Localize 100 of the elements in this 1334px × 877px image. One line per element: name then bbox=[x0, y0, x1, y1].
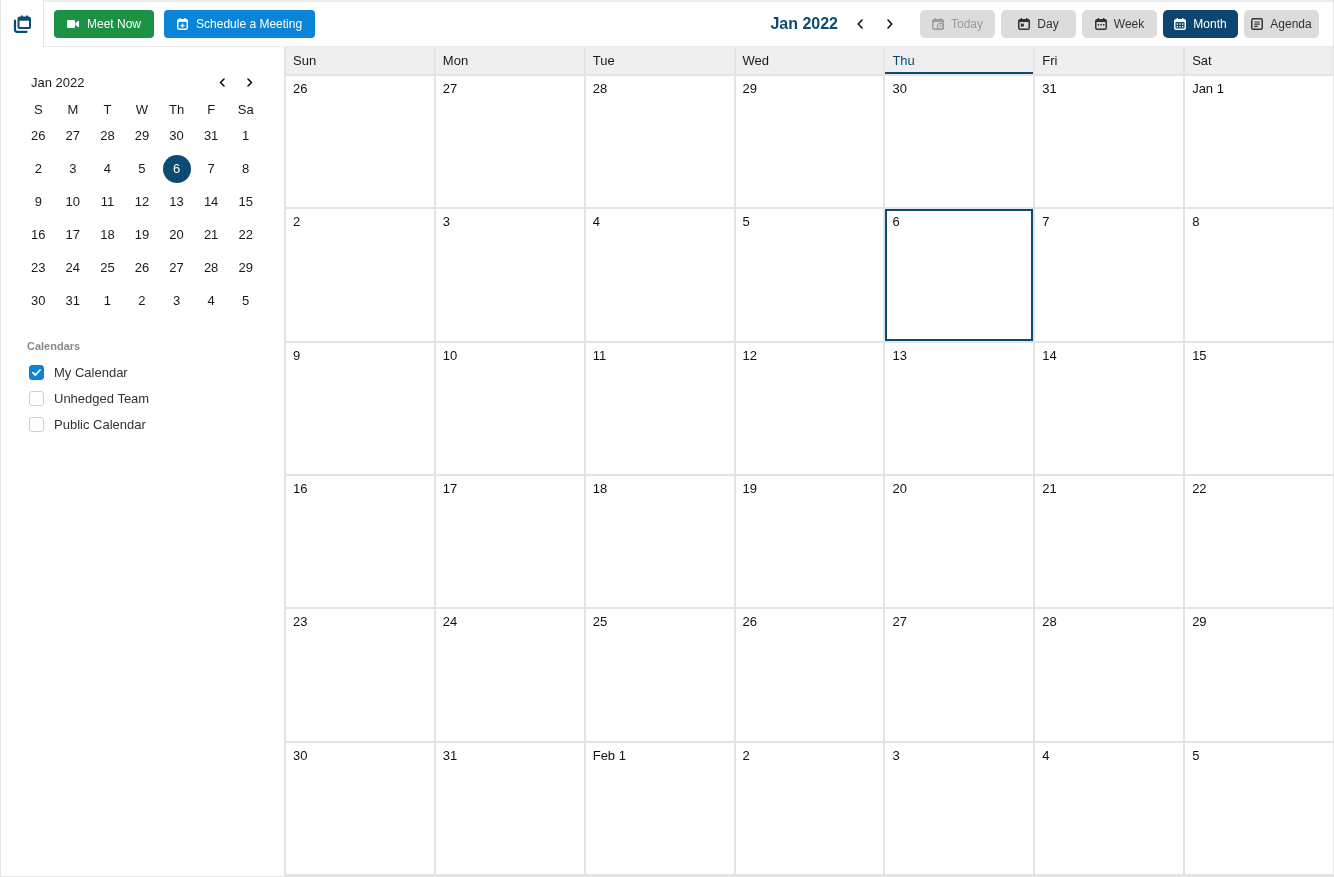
day-cell[interactable]: 6 bbox=[885, 209, 1034, 341]
day-cell[interactable]: 28 bbox=[585, 76, 734, 208]
day-cell[interactable]: 17 bbox=[435, 476, 584, 608]
weekday-label: M bbox=[67, 101, 79, 117]
calendar-day[interactable]: 15 bbox=[231, 187, 260, 216]
calendar-day[interactable]: 3 bbox=[58, 154, 87, 183]
schedule-meeting-button[interactable]: Schedule a Meeting bbox=[164, 10, 316, 38]
day-cell[interactable]: 29 bbox=[735, 76, 884, 208]
calendar-day[interactable]: 4 bbox=[93, 154, 122, 183]
calendar-day[interactable]: 1 bbox=[231, 121, 260, 150]
calendar-day[interactable]: 30 bbox=[162, 121, 191, 150]
calendar-day[interactable]: 19 bbox=[128, 220, 156, 249]
day-cell[interactable]: 23 bbox=[286, 609, 434, 741]
calendar-day[interactable]: 30 bbox=[24, 286, 53, 315]
day-cell[interactable]: 30 bbox=[885, 76, 1034, 208]
calendar-day[interactable]: 7 bbox=[197, 154, 226, 183]
view-button[interactable]: Agenda bbox=[1244, 10, 1319, 38]
day-cell[interactable]: 20 bbox=[885, 476, 1034, 608]
calendar-day[interactable]: 11 bbox=[93, 187, 122, 216]
day-cell[interactable]: Feb 1 bbox=[585, 742, 734, 874]
day-cell[interactable]: 2 bbox=[735, 742, 884, 874]
calendar-day[interactable]: 14 bbox=[197, 187, 226, 216]
day-cell[interactable]: 5 bbox=[735, 209, 884, 341]
day-cell[interactable]: 4 bbox=[1035, 742, 1184, 874]
calendar-day[interactable]: 26 bbox=[24, 121, 53, 150]
day-cell[interactable]: 19 bbox=[735, 476, 884, 608]
calendar-day[interactable]: 31 bbox=[197, 121, 226, 150]
day-cell[interactable]: 10 bbox=[435, 342, 584, 474]
check-icon bbox=[32, 368, 41, 376]
day-cell[interactable]: 27 bbox=[885, 609, 1034, 741]
calendar-grid-icon bbox=[1174, 18, 1187, 30]
calendar-day[interactable]: 22 bbox=[231, 220, 260, 249]
day-cell[interactable]: 11 bbox=[585, 342, 734, 474]
day-cell[interactable]: 27 bbox=[435, 76, 584, 208]
calendar-day[interactable]: 23 bbox=[24, 253, 53, 282]
day-cell[interactable]: 16 bbox=[286, 476, 434, 608]
day-cell[interactable]: 3 bbox=[885, 742, 1034, 874]
calendar-day[interactable]: 5 bbox=[231, 286, 260, 315]
day-cell[interactable]: 30 bbox=[286, 742, 434, 874]
day-cell[interactable]: 14 bbox=[1035, 342, 1184, 474]
chevron-left-icon bbox=[857, 19, 863, 29]
checkbox[interactable] bbox=[29, 416, 44, 432]
calendar-day[interactable]: 29 bbox=[128, 121, 156, 150]
day-cell[interactable]: 22 bbox=[1185, 476, 1333, 608]
calendar-day[interactable]: 12 bbox=[128, 187, 156, 216]
day-cell[interactable]: 31 bbox=[435, 742, 584, 874]
calendar-stack-icon bbox=[13, 14, 31, 33]
day-cell[interactable]: 7 bbox=[1035, 209, 1184, 341]
meet-now-button[interactable]: Meet Now bbox=[54, 10, 155, 38]
calendar-day[interactable]: 6 bbox=[162, 154, 191, 183]
calendar-day[interactable]: 4 bbox=[197, 286, 226, 315]
day-cell[interactable]: 5 bbox=[1185, 742, 1333, 874]
view-button[interactable]: Day bbox=[1001, 10, 1076, 38]
day-cell[interactable]: 8 bbox=[1185, 209, 1333, 341]
chevron-right-icon bbox=[887, 19, 893, 29]
day-cell[interactable]: 12 bbox=[735, 342, 884, 474]
day-cell[interactable]: 25 bbox=[585, 609, 734, 741]
day-cell[interactable]: 4 bbox=[585, 209, 734, 341]
view-button[interactable]: Month bbox=[1163, 10, 1238, 38]
calendar-day[interactable]: 1 bbox=[93, 286, 122, 315]
calendar-day[interactable]: 20 bbox=[162, 220, 191, 249]
checkbox[interactable] bbox=[29, 390, 44, 406]
day-cell[interactable]: 9 bbox=[286, 342, 434, 474]
view-button[interactable]: Week bbox=[1082, 10, 1157, 38]
day-cell[interactable]: Jan 1 bbox=[1185, 76, 1333, 208]
day-cell[interactable]: 26 bbox=[735, 609, 884, 741]
calendar-day[interactable]: 13 bbox=[162, 187, 191, 216]
day-cell[interactable]: 3 bbox=[435, 209, 584, 341]
day-cell[interactable]: 28 bbox=[1035, 609, 1184, 741]
calendar-day[interactable]: 29 bbox=[231, 253, 260, 282]
day-cell[interactable]: 26 bbox=[286, 76, 434, 208]
calendar-day[interactable]: 10 bbox=[58, 187, 87, 216]
calendar-day[interactable]: 18 bbox=[93, 220, 122, 249]
calendar-day[interactable]: 8 bbox=[231, 154, 260, 183]
calendar-day[interactable]: 28 bbox=[93, 121, 122, 150]
calendar-day[interactable]: 2 bbox=[128, 286, 156, 315]
day-cell[interactable]: 31 bbox=[1035, 76, 1184, 208]
day-cell[interactable]: 18 bbox=[585, 476, 734, 608]
calendar-day[interactable]: 5 bbox=[128, 154, 156, 183]
day-cell[interactable]: 21 bbox=[1035, 476, 1184, 608]
checkbox[interactable] bbox=[29, 364, 44, 380]
calendar-day[interactable]: 16 bbox=[24, 220, 53, 249]
calendar-day[interactable]: 25 bbox=[93, 253, 122, 282]
calendar-day[interactable]: 17 bbox=[58, 220, 87, 249]
day-cell[interactable]: 15 bbox=[1185, 342, 1333, 474]
day-cell[interactable]: 29 bbox=[1185, 609, 1333, 741]
calendar-day[interactable]: 28 bbox=[197, 253, 226, 282]
calendar-day[interactable]: 9 bbox=[24, 187, 53, 216]
calendar-day[interactable]: 24 bbox=[58, 253, 87, 282]
calendar-day[interactable]: 27 bbox=[58, 121, 87, 150]
calendar-day[interactable]: 2 bbox=[24, 154, 53, 183]
calendar-day[interactable]: 21 bbox=[197, 220, 226, 249]
calendar-day[interactable]: 31 bbox=[58, 286, 87, 315]
section-heading: Calendars bbox=[27, 339, 81, 353]
calendar-day[interactable]: 3 bbox=[162, 286, 191, 315]
day-cell[interactable]: 24 bbox=[435, 609, 584, 741]
calendar-day[interactable]: 27 bbox=[162, 253, 191, 282]
calendar-day[interactable]: 26 bbox=[128, 253, 156, 282]
day-cell[interactable]: 2 bbox=[286, 209, 434, 341]
day-cell[interactable]: 13 bbox=[885, 342, 1034, 474]
